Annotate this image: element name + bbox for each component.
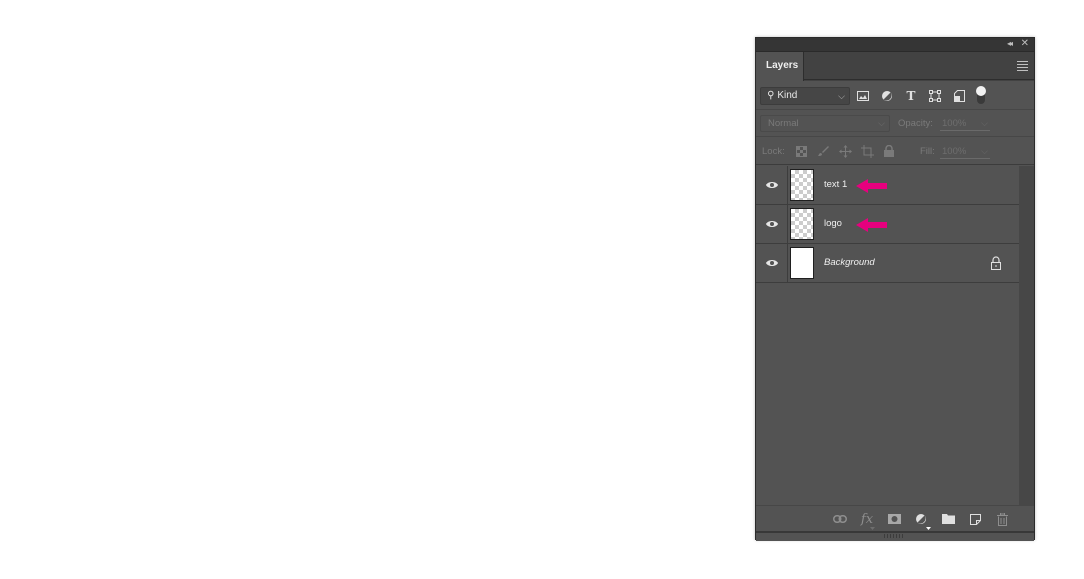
lock-all-icon[interactable] bbox=[882, 144, 896, 158]
lock-artboard-icon[interactable] bbox=[860, 144, 874, 158]
grip-icon bbox=[884, 534, 904, 538]
resize-handle[interactable] bbox=[756, 531, 1034, 541]
add-mask-icon[interactable] bbox=[886, 512, 902, 526]
lock-row: Lock: Fill: 100% ⌵ bbox=[756, 138, 1034, 165]
new-adjustment-layer-icon[interactable] bbox=[913, 512, 931, 530]
new-layer-icon[interactable] bbox=[967, 512, 983, 526]
layer-row-background[interactable]: Background bbox=[756, 244, 1020, 283]
type-layer-filter-icon[interactable]: T bbox=[904, 89, 918, 103]
layer-name[interactable]: text 1 bbox=[824, 166, 847, 204]
opacity-label: Opacity: bbox=[898, 118, 933, 129]
hamburger-menu-icon[interactable] bbox=[1017, 61, 1028, 71]
fill-field[interactable]: 100% ⌵ bbox=[940, 146, 990, 159]
lock-label: Lock: bbox=[762, 146, 785, 157]
layer-style-fx-icon[interactable]: fx bbox=[859, 512, 875, 530]
filter-toggle[interactable] bbox=[976, 86, 986, 106]
layer-name[interactable]: Background bbox=[824, 244, 875, 282]
layer-name[interactable]: logo bbox=[824, 205, 842, 243]
scrollbar[interactable] bbox=[1019, 166, 1034, 506]
eye-icon bbox=[765, 260, 778, 266]
layer-thumbnail bbox=[790, 169, 814, 201]
layers-panel: ◂◂ ✕ Layers ⚲ Kind ⌵ T Normal ⌵ Opacity:… bbox=[755, 37, 1035, 541]
layer-thumbnail bbox=[790, 208, 814, 240]
panel-footer: fx bbox=[756, 505, 1034, 531]
panel-body: ⚲ Kind ⌵ T Normal ⌵ Opacity: 100% ⌵ Lock… bbox=[756, 81, 1034, 541]
chevron-down-icon: ⌵ bbox=[878, 118, 885, 128]
annotation-arrow-icon bbox=[856, 218, 887, 232]
chevron-down-icon: ⌵ bbox=[981, 118, 988, 128]
annotation-arrow-icon bbox=[856, 179, 887, 193]
layers-list: text 1 logo Background bbox=[756, 166, 1020, 283]
blend-mode-dropdown[interactable]: Normal ⌵ bbox=[760, 115, 890, 132]
opacity-field[interactable]: 100% ⌵ bbox=[940, 118, 990, 131]
chevron-down-icon: ⌵ bbox=[981, 146, 988, 156]
lock-position-icon[interactable] bbox=[838, 144, 852, 158]
smart-object-filter-icon[interactable] bbox=[952, 89, 966, 103]
double-chevron-left-icon[interactable]: ◂◂ bbox=[1007, 39, 1013, 48]
panel-title-bar[interactable]: ◂◂ ✕ bbox=[756, 38, 1034, 52]
panel-tab-row: Layers bbox=[756, 52, 1034, 81]
layer-row-text-1[interactable]: text 1 bbox=[756, 166, 1020, 205]
blend-mode-value: Normal bbox=[768, 118, 799, 129]
layer-row-logo[interactable]: logo bbox=[756, 205, 1020, 244]
lock-transparent-pixels-icon[interactable] bbox=[794, 144, 808, 158]
fill-label: Fill: bbox=[920, 146, 935, 157]
new-group-icon[interactable] bbox=[940, 512, 956, 526]
tab-layers[interactable]: Layers bbox=[756, 52, 804, 81]
adjustment-layer-filter-icon[interactable] bbox=[880, 89, 894, 103]
eye-icon bbox=[765, 221, 778, 227]
layer-lock-icon[interactable] bbox=[990, 256, 1002, 270]
search-icon: ⚲ bbox=[767, 90, 775, 101]
visibility-toggle[interactable] bbox=[756, 244, 788, 282]
shape-layer-filter-icon[interactable] bbox=[928, 89, 942, 103]
opacity-value: 100% bbox=[942, 118, 967, 129]
eye-icon bbox=[765, 182, 778, 188]
layer-thumbnail bbox=[790, 247, 814, 279]
close-icon[interactable]: ✕ bbox=[1021, 38, 1029, 49]
visibility-toggle[interactable] bbox=[756, 205, 788, 243]
visibility-toggle[interactable] bbox=[756, 166, 788, 204]
delete-layer-icon[interactable] bbox=[994, 512, 1010, 526]
blend-row: Normal ⌵ Opacity: 100% ⌵ bbox=[756, 110, 1034, 137]
link-layers-icon[interactable] bbox=[832, 512, 848, 526]
filter-kind-label: Kind bbox=[777, 90, 798, 101]
chevron-down-icon: ⌵ bbox=[838, 91, 845, 101]
filter-row: ⚲ Kind ⌵ T bbox=[756, 81, 1034, 110]
lock-image-pixels-icon[interactable] bbox=[816, 144, 830, 158]
pixel-layer-filter-icon[interactable] bbox=[856, 89, 870, 103]
filter-kind-dropdown[interactable]: ⚲ Kind ⌵ bbox=[760, 87, 850, 105]
fill-value: 100% bbox=[942, 146, 967, 157]
